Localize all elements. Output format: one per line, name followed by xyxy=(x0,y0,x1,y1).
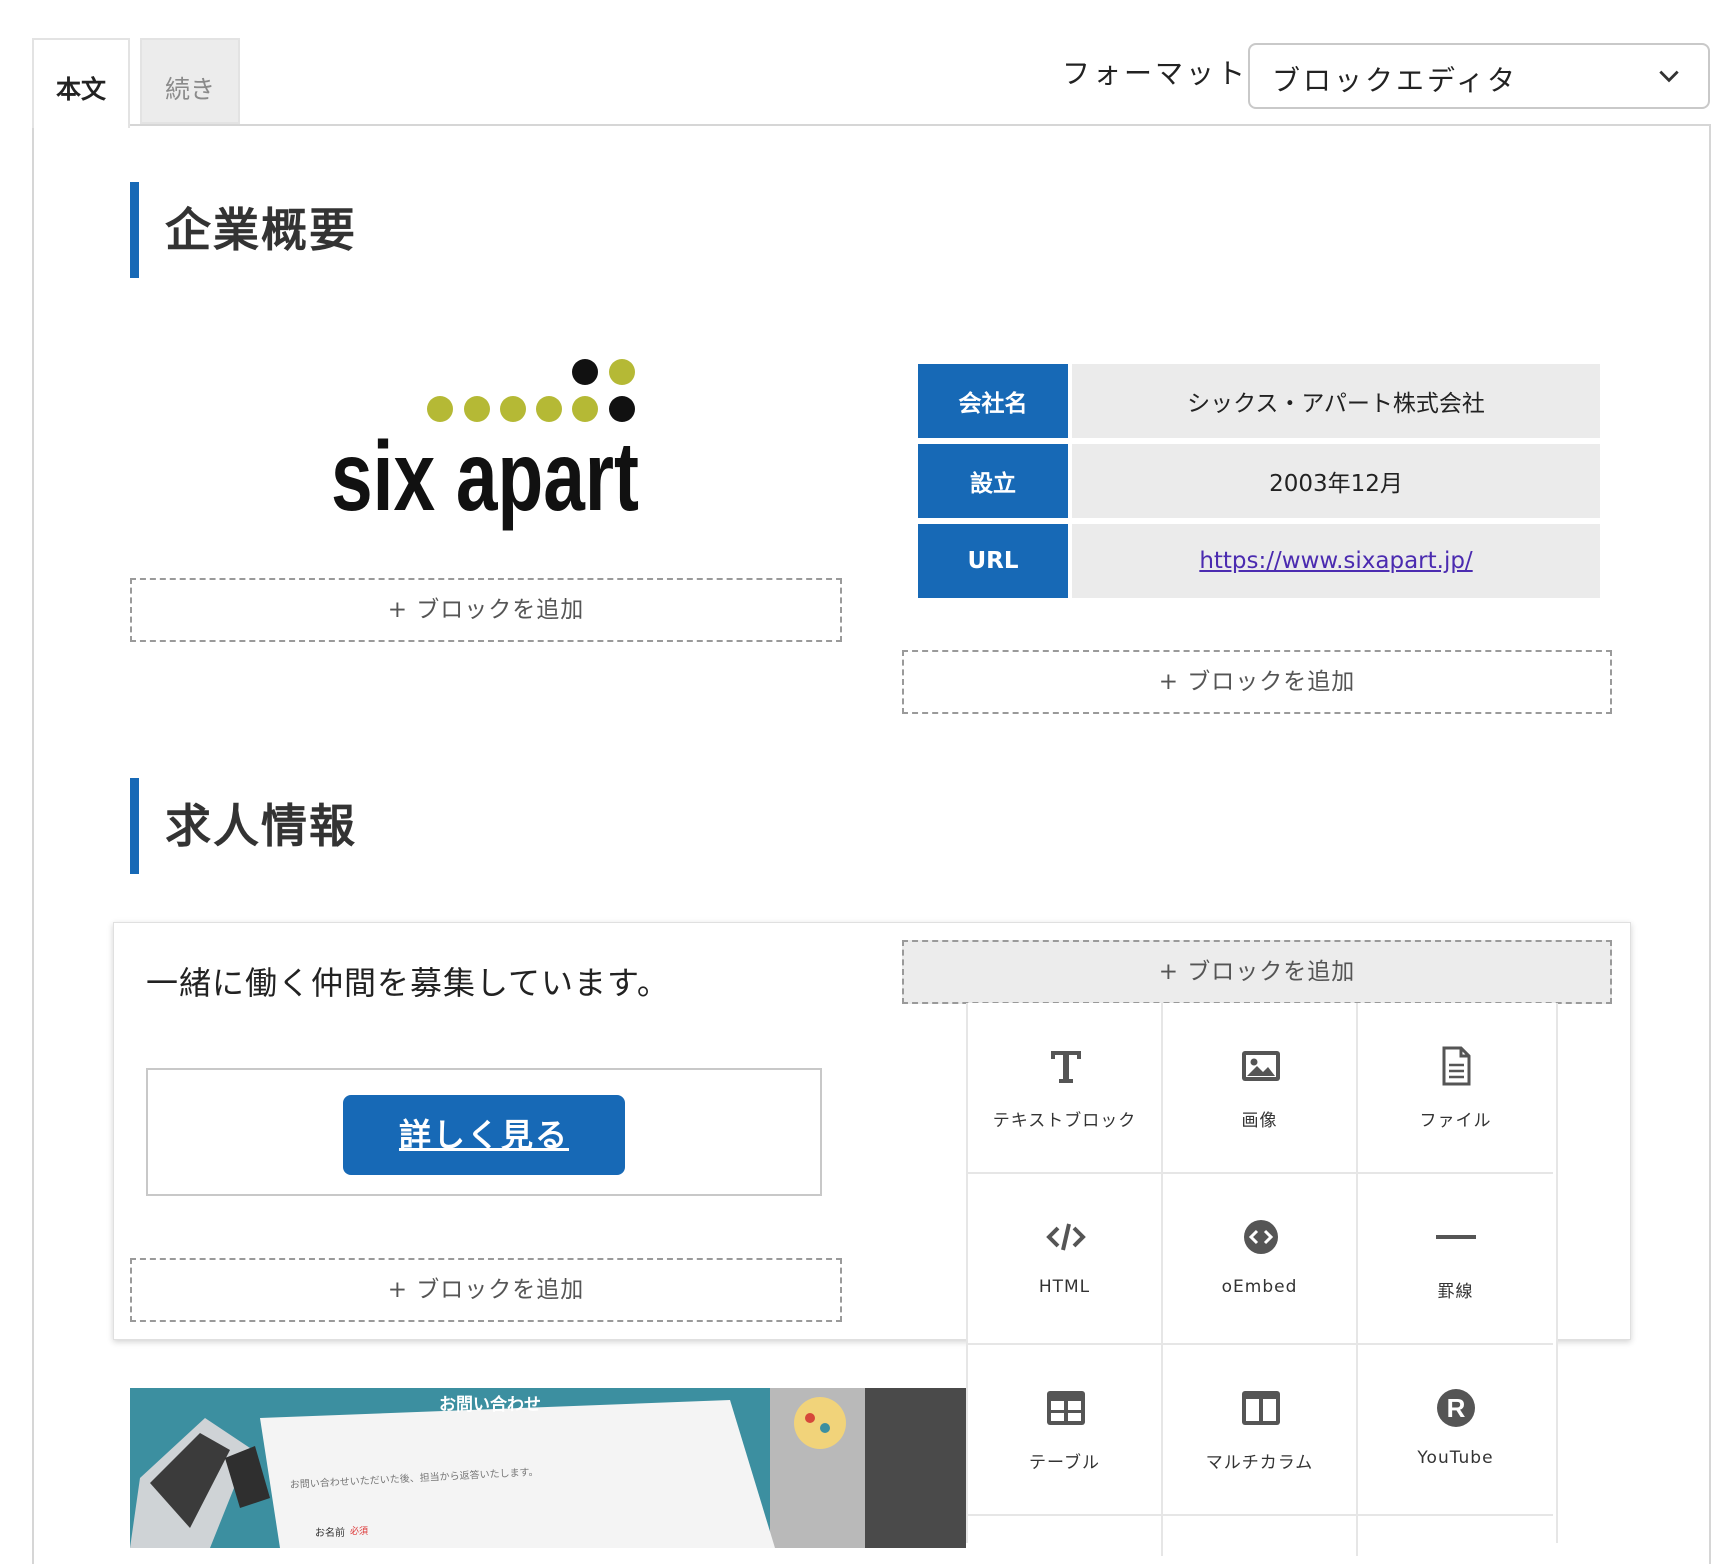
palette-item-html[interactable]: HTML xyxy=(968,1174,1163,1345)
table-icon xyxy=(1047,1391,1085,1425)
palette-item-label: テーブル xyxy=(1029,1453,1100,1473)
format-label: フォーマット: xyxy=(1062,57,1261,90)
chevron-down-icon xyxy=(1659,70,1679,83)
company-url-link[interactable]: https://www.sixapart.jp/ xyxy=(1199,548,1472,574)
table-cell: シックス・アパート株式会社 xyxy=(1072,364,1600,438)
palette-item-label: ファイル xyxy=(1419,1111,1492,1131)
table-row: 設立 2003年12月 xyxy=(918,444,1600,518)
palette-item-label: 罫線 xyxy=(1437,1282,1474,1302)
job-text: 一緒に働く仲間を募集しています。 xyxy=(146,964,670,1002)
logo-text: six apart xyxy=(331,421,639,531)
image-icon xyxy=(1242,1051,1280,1081)
file-icon xyxy=(1442,1046,1471,1086)
contact-page-image: お問い合わせ お問い合わせいただいた後、担当から返答いたします。 お名前 必須 xyxy=(130,1388,966,1548)
company-info-table: 会社名 シックス・アパート株式会社 設立 2003年12月 URL https:… xyxy=(918,358,1600,604)
table-header-cell: 設立 xyxy=(918,444,1072,518)
format-select-value: ブロックエディタ xyxy=(1272,64,1519,97)
image-field-text: お名前 xyxy=(315,1526,345,1539)
add-block-button[interactable]: + ブロックを追加 xyxy=(130,1258,842,1322)
tab-main[interactable]: 本文 xyxy=(32,38,130,128)
palette-item-label: 画像 xyxy=(1241,1111,1278,1131)
palette-item-youtube[interactable]: R YouTube xyxy=(1358,1345,1553,1516)
palette-item-oembed[interactable]: oEmbed xyxy=(1163,1174,1358,1345)
palette-item[interactable] xyxy=(1358,1516,1553,1556)
palette-item-image[interactable]: 画像 xyxy=(1163,1003,1358,1174)
six-apart-logo: six apart xyxy=(331,359,639,531)
palette-item-label: YouTube xyxy=(1417,1448,1494,1468)
table-cell: 2003年12月 xyxy=(1072,444,1600,518)
palette-item-file[interactable]: ファイル xyxy=(1358,1003,1553,1174)
section-heading-job: 求人情報 xyxy=(130,778,357,874)
add-block-button[interactable]: + ブロックを追加 xyxy=(130,578,842,642)
block-palette: テキストブロック 画像 ファイル HTML oEmbed 罫線 テーブル マルチ… xyxy=(966,1003,1558,1556)
add-block-button[interactable]: + ブロックを追加 xyxy=(902,650,1612,714)
table-header-cell: 会社名 xyxy=(918,364,1072,438)
image-title-text: お問い合わせ xyxy=(439,1394,541,1415)
palette-item-label: テキストブロック xyxy=(992,1111,1137,1131)
columns-icon xyxy=(1242,1391,1280,1425)
palette-item-label: oEmbed xyxy=(1221,1277,1298,1297)
text-icon xyxy=(1051,1051,1081,1083)
detail-button[interactable]: 詳しく見る xyxy=(343,1095,625,1175)
table-cell: https://www.sixapart.jp/ xyxy=(1072,524,1600,598)
palette-item-columns[interactable]: マルチカラム xyxy=(1163,1345,1358,1516)
svg-text:R: R xyxy=(1447,1393,1466,1423)
tab-more[interactable]: 続き xyxy=(140,38,240,124)
image-required-text: 必須 xyxy=(350,1525,368,1537)
palette-item-table[interactable]: テーブル xyxy=(968,1345,1163,1516)
table-header-cell: URL xyxy=(918,524,1072,598)
table-row: URL https://www.sixapart.jp/ xyxy=(918,524,1600,598)
palette-item-label: HTML xyxy=(1038,1277,1091,1297)
section-heading-company: 企業概要 xyxy=(130,182,357,278)
palette-item[interactable] xyxy=(1163,1516,1358,1556)
horizontal-rule-icon xyxy=(1436,1235,1476,1239)
add-block-button-active[interactable]: + ブロックを追加 xyxy=(902,940,1612,1004)
youtube-icon: R xyxy=(1437,1389,1475,1427)
format-select[interactable]: ブロックエディタ xyxy=(1248,43,1710,109)
palette-item-text[interactable]: テキストブロック xyxy=(968,1003,1163,1174)
code-icon xyxy=(1046,1223,1086,1251)
palette-item-rule[interactable]: 罫線 xyxy=(1358,1174,1553,1345)
table-row: 会社名 シックス・アパート株式会社 xyxy=(918,364,1600,438)
palette-item[interactable] xyxy=(968,1516,1163,1556)
embed-icon xyxy=(1244,1220,1278,1254)
palette-item-label: マルチカラム xyxy=(1205,1453,1314,1473)
